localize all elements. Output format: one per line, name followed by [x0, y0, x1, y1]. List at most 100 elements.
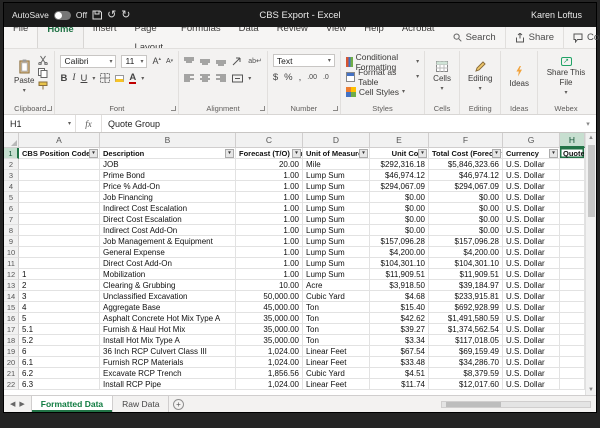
cell[interactable] [19, 247, 100, 258]
column-header-D[interactable]: D [303, 133, 370, 148]
row-number-13[interactable]: 13 [4, 280, 19, 291]
cell[interactable]: 1 [19, 269, 100, 280]
cell[interactable]: Currency▾ [503, 148, 560, 159]
cell[interactable]: Job Financing [100, 192, 236, 203]
cell[interactable]: Lump Sum [303, 269, 370, 280]
vertical-scrollbar[interactable]: ▲ ▼ [585, 133, 596, 395]
row-number-14[interactable]: 14 [4, 291, 19, 302]
cell[interactable]: Lump Sum [303, 236, 370, 247]
sheet-tab-formatted-data[interactable]: Formatted Data [31, 396, 113, 412]
cell[interactable]: $0.00 [429, 192, 503, 203]
cell[interactable]: 6.3 [19, 379, 100, 390]
cell[interactable]: U.S. Dollar [503, 379, 560, 390]
cell[interactable]: $8,379.59 [429, 368, 503, 379]
search-box[interactable]: Search [444, 32, 505, 43]
row-number-8[interactable]: 8 [4, 225, 19, 236]
font-size-select[interactable]: 11 ▾ [121, 55, 147, 68]
column-header-B[interactable]: B [100, 133, 236, 148]
cell[interactable]: $0.00 [370, 203, 429, 214]
cell[interactable]: Unit of Measure▾ [303, 148, 370, 159]
cell[interactable] [560, 214, 585, 225]
cell[interactable]: Description▾ [100, 148, 236, 159]
cell[interactable]: $11.74 [370, 379, 429, 390]
cell[interactable]: Lump Sum [303, 181, 370, 192]
column-header-E[interactable]: E [370, 133, 429, 148]
cell[interactable]: $4.51 [370, 368, 429, 379]
cell[interactable]: 1,024.00 [236, 346, 303, 357]
row-number-2[interactable]: 2 [4, 159, 19, 170]
row-number-9[interactable]: 9 [4, 236, 19, 247]
cell[interactable]: U.S. Dollar [503, 181, 560, 192]
cell[interactable]: $11,909.51 [370, 269, 429, 280]
cell[interactable]: $42.62 [370, 313, 429, 324]
font-color-icon[interactable]: A [129, 73, 136, 84]
cell[interactable]: $294,067.09 [370, 181, 429, 192]
cell[interactable]: $33.48 [370, 357, 429, 368]
cell[interactable]: Furnish & Haul Hot Mix [100, 324, 236, 335]
cell[interactable]: Indirect Cost Add-On [100, 225, 236, 236]
percent-style-icon[interactable]: % [284, 72, 292, 83]
cell[interactable]: Install Hot Mix Type A [100, 335, 236, 346]
cell[interactable]: U.S. Dollar [503, 335, 560, 346]
cell[interactable]: $3,918.50 [370, 280, 429, 291]
align-left-icon[interactable] [184, 74, 195, 83]
cell[interactable]: 1,024.00 [236, 357, 303, 368]
cell[interactable]: Ton [303, 313, 370, 324]
cell[interactable]: 1.00 [236, 236, 303, 247]
cell[interactable]: 1.00 [236, 192, 303, 203]
cell[interactable]: 2 [19, 280, 100, 291]
cell[interactable] [560, 302, 585, 313]
new-sheet-button[interactable]: + [169, 396, 187, 412]
cell[interactable]: Mobilization [100, 269, 236, 280]
cell[interactable]: U.S. Dollar [503, 159, 560, 170]
select-all-button[interactable] [4, 133, 19, 148]
cell[interactable]: $0.00 [370, 214, 429, 225]
cell[interactable] [560, 346, 585, 357]
row-number-10[interactable]: 10 [4, 247, 19, 258]
cell[interactable] [560, 280, 585, 291]
cell[interactable]: Lump Sum [303, 170, 370, 181]
cell[interactable]: U.S. Dollar [503, 324, 560, 335]
cell[interactable]: Aggregate Base [100, 302, 236, 313]
cell[interactable]: Lump Sum [303, 214, 370, 225]
cell[interactable]: Price % Add-On [100, 181, 236, 192]
cell[interactable]: Total Cost (Forecast)▾ [429, 148, 503, 159]
row-number-5[interactable]: 5 [4, 192, 19, 203]
align-top-icon[interactable] [184, 57, 195, 66]
cell[interactable]: $11,909.51 [429, 269, 503, 280]
scroll-down-icon[interactable]: ▼ [588, 385, 594, 395]
cell[interactable] [560, 379, 585, 390]
row-number-19[interactable]: 19 [4, 346, 19, 357]
cell[interactable]: 45,000.00 [236, 302, 303, 313]
cell[interactable]: $34,286.70 [429, 357, 503, 368]
cell[interactable] [560, 269, 585, 280]
filter-dropdown-button[interactable]: ▾ [549, 149, 558, 158]
cell[interactable]: Unit Cost▾ [370, 148, 429, 159]
cell[interactable]: Linear Feet [303, 346, 370, 357]
cell[interactable]: 6.1 [19, 357, 100, 368]
cell[interactable]: Cubic Yard [303, 291, 370, 302]
cell-styles-button[interactable]: Cell Styles ▾ [346, 84, 419, 99]
align-center-icon[interactable] [200, 74, 211, 83]
cell[interactable]: $692,928.99 [429, 302, 503, 313]
cell[interactable]: U.S. Dollar [503, 269, 560, 280]
cell[interactable]: $39.27 [370, 324, 429, 335]
formula-bar-expand-icon[interactable]: ▾ [580, 115, 596, 132]
cell[interactable]: U.S. Dollar [503, 302, 560, 313]
cell[interactable]: U.S. Dollar [503, 258, 560, 269]
ideas-button[interactable]: Ideas [506, 52, 532, 101]
cell[interactable]: U.S. Dollar [503, 280, 560, 291]
align-right-icon[interactable] [216, 74, 227, 83]
cell[interactable]: U.S. Dollar [503, 203, 560, 214]
column-header-F[interactable]: F [429, 133, 503, 148]
cells-button[interactable]: Cells ▾ [430, 52, 454, 101]
cell[interactable]: U.S. Dollar [503, 346, 560, 357]
cell[interactable]: 5 [19, 313, 100, 324]
cell[interactable]: Asphalt Concrete Hot Mix Type A [100, 313, 236, 324]
cell[interactable]: 1.00 [236, 181, 303, 192]
cell[interactable]: 1.00 [236, 225, 303, 236]
cell[interactable] [19, 225, 100, 236]
cell[interactable] [560, 192, 585, 203]
decrease-decimal-icon[interactable]: .0 [323, 74, 329, 81]
cell[interactable]: Prime Bond [100, 170, 236, 181]
